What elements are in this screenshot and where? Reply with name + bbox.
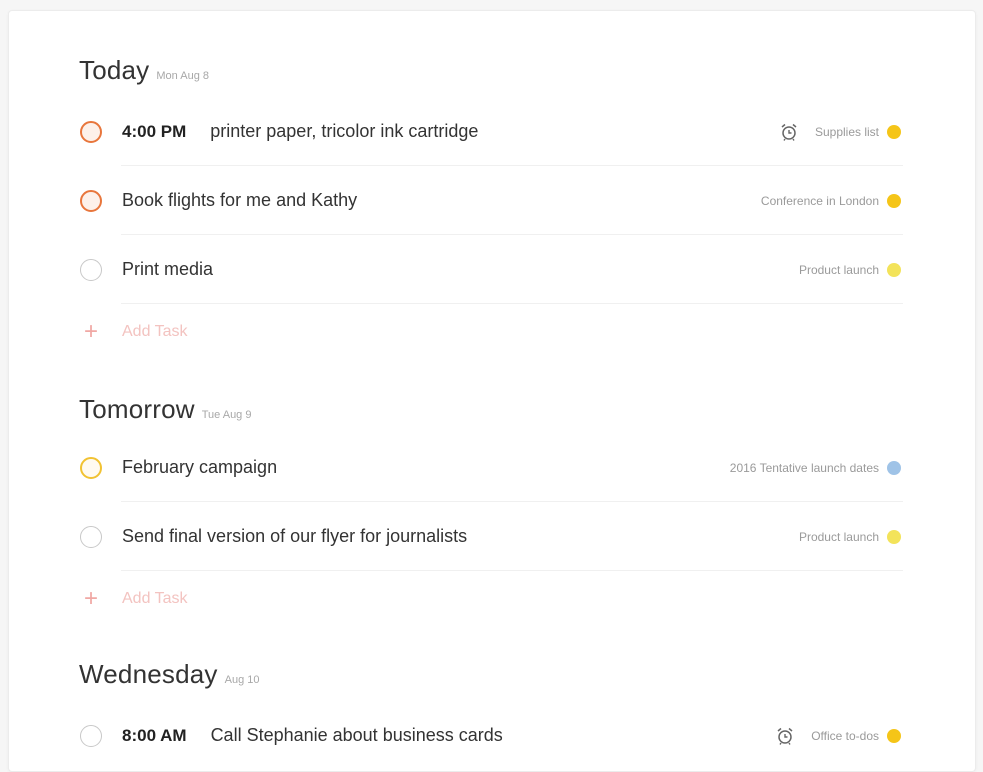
plus-icon: + (83, 318, 98, 345)
project-label[interactable]: Office to-dos (811, 729, 879, 743)
add-task-label: Add Task (122, 323, 188, 340)
task-meta: Supplies list (779, 97, 903, 166)
section-date: Tue Aug 9 (201, 409, 252, 421)
add-task-button[interactable]: + Add Task (81, 318, 188, 345)
task-time: 4:00 PM (122, 121, 187, 141)
project-color-dot (887, 529, 901, 544)
project-label[interactable]: Product launch (799, 530, 879, 544)
task-row[interactable]: 4:00 PM printer paper, tricolor ink cart… (79, 97, 903, 166)
section-title: Today (79, 55, 150, 85)
task-row[interactable]: February campaign 2016 Tentative launch … (79, 433, 903, 502)
project-label[interactable]: Supplies list (815, 125, 879, 139)
project-label[interactable]: Conference in London (761, 194, 879, 208)
task-checkbox[interactable] (80, 189, 102, 212)
task-checkbox[interactable] (80, 258, 102, 281)
task-row[interactable]: 8:00 AM Call Stephanie about business ca… (79, 701, 903, 770)
divider (121, 570, 903, 571)
task-checkbox[interactable] (80, 120, 102, 143)
project-color-dot (887, 262, 901, 277)
section-date: Aug 10 (224, 674, 260, 686)
task-content[interactable]: Book flights for me and Kathy (122, 190, 357, 211)
divider (121, 303, 903, 304)
task-checkbox[interactable] (80, 724, 102, 747)
task-checkbox[interactable] (80, 456, 102, 479)
task-meta: Conference in London (761, 166, 903, 235)
task-meta: 2016 Tentative launch dates (730, 433, 903, 502)
task-row[interactable]: Book flights for me and Kathy Conference… (79, 166, 903, 235)
section-date: Mon Aug 8 (156, 70, 209, 82)
task-content[interactable]: Send final version of our flyer for jour… (122, 526, 467, 547)
task-time: 8:00 AM (122, 725, 187, 745)
task-row[interactable]: Print media Product launch (79, 235, 903, 304)
task-content[interactable]: February campaign (122, 457, 277, 478)
task-row[interactable]: Send final version of our flyer for jour… (79, 502, 903, 571)
section-title: Tomorrow (79, 394, 195, 424)
project-color-dot (887, 728, 901, 743)
task-meta: Product launch (799, 502, 903, 571)
task-content[interactable]: printer paper, tricolor ink cartridge (210, 121, 478, 142)
section-header-wednesday: Wednesday Aug 10 (79, 659, 260, 690)
section-header-tomorrow: Tomorrow Tue Aug 9 (79, 394, 251, 425)
alarm-clock-icon[interactable] (779, 122, 799, 142)
task-checkbox[interactable] (80, 525, 102, 548)
project-label[interactable]: 2016 Tentative launch dates (730, 461, 879, 475)
alarm-clock-icon[interactable] (775, 726, 795, 746)
project-label[interactable]: Product launch (799, 263, 879, 277)
section-header-today: Today Mon Aug 8 (79, 55, 209, 86)
add-task-label: Add Task (122, 590, 188, 607)
add-task-button[interactable]: + Add Task (81, 585, 188, 612)
upcoming-panel: Today Mon Aug 8 4:00 PM printer paper, t… (8, 10, 976, 772)
task-content[interactable]: Call Stephanie about business cards (211, 725, 503, 746)
project-color-dot (887, 460, 901, 475)
section-title: Wednesday (79, 659, 218, 689)
task-content[interactable]: Print media (122, 259, 213, 280)
plus-icon: + (83, 585, 98, 612)
task-meta: Product launch (799, 235, 903, 304)
project-color-dot (887, 124, 901, 139)
project-color-dot (887, 193, 901, 208)
task-meta: Office to-dos (775, 701, 903, 770)
